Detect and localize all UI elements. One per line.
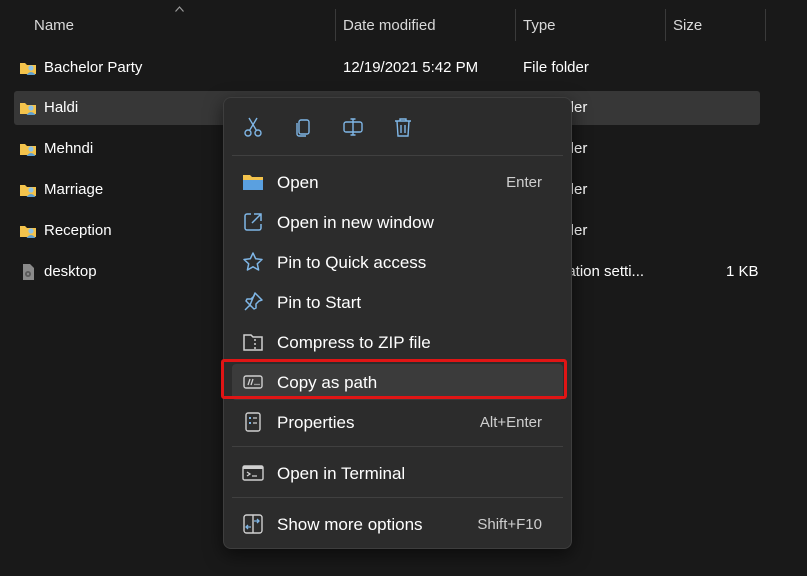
column-name[interactable]: Name <box>34 17 74 34</box>
file-name: Reception <box>44 222 112 239</box>
folder-user-icon <box>19 99 37 117</box>
column-divider[interactable] <box>665 9 666 41</box>
folder-user-icon <box>19 59 37 77</box>
file-name: desktop <box>44 263 97 280</box>
menu-item-properties[interactable]: Properties Alt+Enter <box>232 404 563 440</box>
pin-icon <box>242 291 264 313</box>
file-size: 1 KB <box>726 263 759 280</box>
menu-item-shortcut: Enter <box>506 174 542 191</box>
delete-icon <box>392 116 414 138</box>
menu-item-label: Open <box>277 173 319 193</box>
file-row[interactable]: Bachelor Party 12/19/2021 5:42 PM File f… <box>14 51 760 85</box>
menu-item-label: Properties <box>277 413 354 433</box>
column-header: Name Date modified Type Size <box>0 0 807 44</box>
rename-button[interactable] <box>338 112 368 142</box>
menu-item-label: Compress to ZIP file <box>277 333 431 353</box>
delete-button[interactable] <box>388 112 418 142</box>
column-divider[interactable] <box>765 9 766 41</box>
rename-icon <box>342 116 364 138</box>
menu-divider <box>232 497 563 498</box>
file-name: Mehndi <box>44 140 93 157</box>
star-icon <box>242 251 264 273</box>
folder-user-icon <box>19 222 37 240</box>
menu-item-label: Open in new window <box>277 213 434 233</box>
file-name: Bachelor Party <box>44 59 142 76</box>
column-date-modified[interactable]: Date modified <box>343 17 436 34</box>
folder-user-icon <box>19 181 37 199</box>
cut-button[interactable] <box>238 112 268 142</box>
menu-item-show-more-options[interactable]: Show more options Shift+F10 <box>232 506 563 542</box>
menu-item-label: Open in Terminal <box>277 464 405 484</box>
column-type[interactable]: Type <box>523 17 556 34</box>
menu-item-open-new-window[interactable]: Open in new window <box>232 204 563 240</box>
column-divider[interactable] <box>335 9 336 41</box>
menu-divider <box>232 155 563 156</box>
copy-icon <box>292 116 314 138</box>
settings-file-icon <box>19 263 37 281</box>
more-options-icon <box>242 513 264 535</box>
menu-item-label: Pin to Quick access <box>277 253 426 273</box>
folder-open-icon <box>242 171 264 193</box>
menu-item-shortcut: Alt+Enter <box>480 414 542 431</box>
file-name: Haldi <box>44 99 78 116</box>
file-type: File folder <box>523 59 589 76</box>
file-name: Marriage <box>44 181 103 198</box>
menu-item-label: Pin to Start <box>277 293 361 313</box>
menu-item-open[interactable]: Open Enter <box>232 164 563 200</box>
cut-icon <box>242 116 264 138</box>
folder-user-icon <box>19 140 37 158</box>
menu-item-pin-quick-access[interactable]: Pin to Quick access <box>232 244 563 280</box>
column-divider[interactable] <box>515 9 516 41</box>
menu-item-compress-zip[interactable]: Compress to ZIP file <box>232 324 563 360</box>
highlight-annotation-box <box>221 359 567 399</box>
menu-item-label: Show more options <box>277 515 423 535</box>
column-size[interactable]: Size <box>673 17 702 34</box>
file-date: 12/19/2021 5:42 PM <box>343 59 478 76</box>
open-new-window-icon <box>242 211 264 233</box>
menu-item-pin-start[interactable]: Pin to Start <box>232 284 563 320</box>
menu-item-open-terminal[interactable]: Open in Terminal <box>232 455 563 491</box>
copy-button[interactable] <box>288 112 318 142</box>
properties-icon <box>242 411 264 433</box>
context-menu: Open Enter Open in new window Pin to Qui… <box>223 97 572 549</box>
terminal-icon <box>242 462 264 484</box>
menu-item-shortcut: Shift+F10 <box>477 516 542 533</box>
zip-icon <box>242 331 264 353</box>
menu-divider <box>232 446 563 447</box>
sort-ascending-icon <box>175 6 184 12</box>
